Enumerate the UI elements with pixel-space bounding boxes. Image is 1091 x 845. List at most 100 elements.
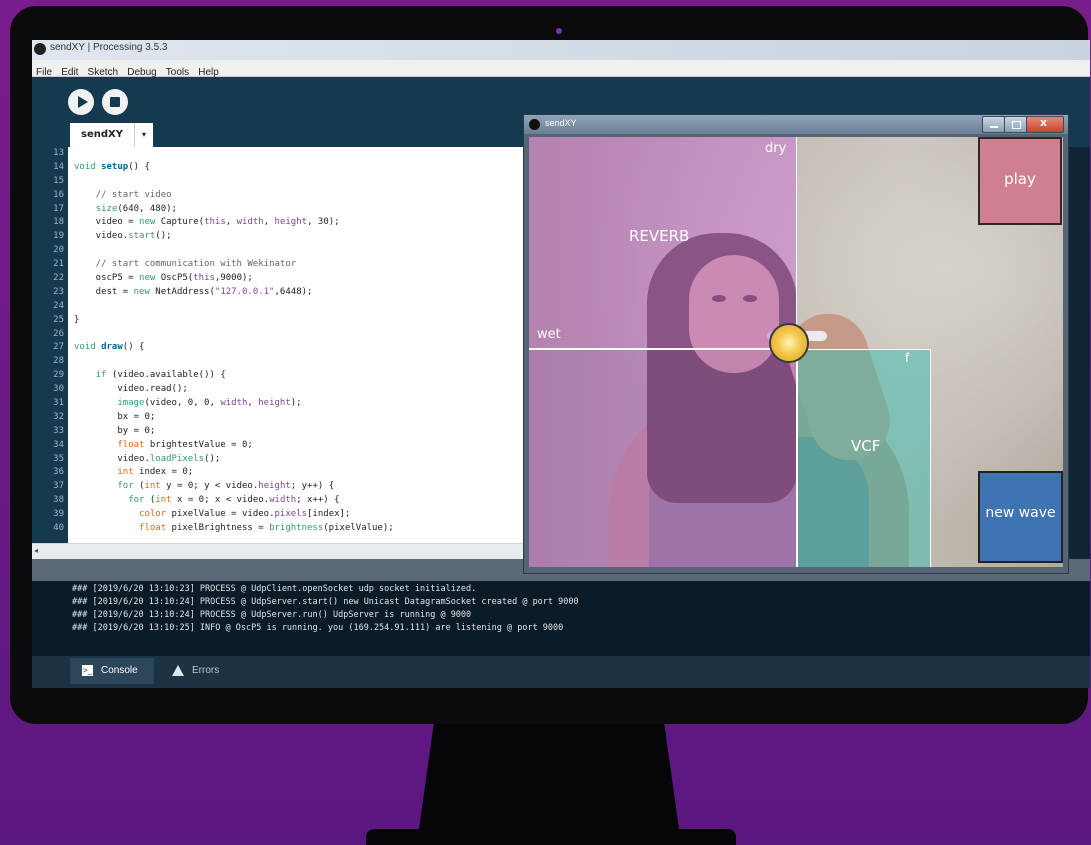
console-line: ### [2019/6/20 13:10:23] PROCESS @ UdpCl… — [72, 584, 477, 594]
code-token: () { — [128, 161, 150, 172]
close-button[interactable] — [1026, 116, 1064, 133]
tab-console[interactable]: >_ Console — [70, 658, 154, 684]
scroll-left-arrow-icon[interactable]: ◂ — [34, 546, 38, 555]
code-line: void draw() { — [68, 341, 588, 355]
code-token: height — [274, 217, 308, 228]
code-line: video.loadPixels(); — [68, 453, 588, 467]
sketch-window[interactable]: sendXY dry REVERB wet f VCF play new wav — [523, 114, 1069, 574]
code-line: color pixelValue = video.pixels[index]; — [68, 508, 588, 522]
code-token: this — [193, 273, 215, 284]
code-comment: // start video — [74, 189, 172, 200]
label-f: f — [905, 351, 910, 365]
code-token: "127.0.0.1" — [214, 286, 275, 297]
sketch-titlebar[interactable]: sendXY — [524, 115, 1068, 134]
code-line: oscP5 = new OscP5(this,9000); — [68, 272, 588, 286]
line-number: 20 — [53, 245, 64, 256]
processing-app-icon — [34, 43, 46, 55]
new-wave-button[interactable]: new wave — [978, 471, 1063, 563]
code-token: ); — [290, 398, 302, 409]
code-token: brightestValue = 0; — [144, 439, 253, 450]
line-number: 35 — [53, 453, 64, 464]
sketch-canvas[interactable]: dry REVERB wet f VCF play new wave — [529, 137, 1063, 567]
code-token: , — [263, 217, 275, 228]
code-token: y = 0; y < video. — [160, 481, 259, 492]
tab-errors[interactable]: Errors — [160, 658, 230, 684]
code-line: // start video — [68, 189, 588, 203]
line-number: 27 — [53, 342, 64, 353]
tab-menu-chevron-icon[interactable]: ▾ — [134, 123, 153, 147]
stop-button[interactable] — [102, 89, 128, 115]
code-token: oscP5 = — [74, 273, 140, 284]
code-line: if (video.available()) { — [68, 369, 588, 383]
line-number: 18 — [53, 217, 64, 228]
console-icon: >_ — [82, 664, 93, 676]
line-number: 22 — [53, 273, 64, 284]
code-token: float — [139, 523, 167, 534]
code-token: setup — [101, 161, 129, 172]
code-editor[interactable]: void setup() { // start video size(640, … — [68, 147, 588, 543]
code-token: brightness — [269, 523, 324, 534]
webcam-dot — [556, 28, 562, 34]
code-line: video = new Capture(this, width, height,… — [68, 216, 588, 230]
code-token: , — [225, 217, 237, 228]
console-line: ### [2019/6/20 13:10:24] PROCESS @ UdpSe… — [72, 610, 472, 620]
code-line: // start communication with Wekinator — [68, 258, 588, 272]
code-token: , — [247, 398, 259, 409]
line-number: 39 — [53, 509, 64, 520]
code-token: width — [269, 495, 297, 506]
code-token: void — [74, 342, 102, 353]
label-dry: dry — [765, 141, 787, 156]
code-token: for — [128, 495, 145, 506]
code-token: loadPixels — [149, 453, 205, 464]
tab-errors-label: Errors — [192, 665, 220, 676]
code-token: bx = 0; — [74, 411, 156, 422]
line-number: 32 — [53, 411, 64, 422]
code-token: this — [204, 217, 226, 228]
minimize-button[interactable] — [982, 116, 1006, 133]
code-token: new — [133, 286, 150, 297]
code-token: ; x++) { — [296, 495, 340, 506]
maximize-button[interactable] — [1004, 116, 1028, 133]
line-number: 34 — [53, 439, 64, 450]
horizontal-scrollbar[interactable]: ◂ — [32, 543, 588, 560]
brightest-point-tracker — [769, 323, 809, 363]
code-token: pixelBrightness = — [166, 523, 270, 534]
line-number: 31 — [53, 398, 64, 409]
code-line: dest = new NetAddress("127.0.0.1",6448); — [68, 286, 588, 300]
code-token: [index]; — [307, 509, 351, 520]
code-token: ,6448); — [274, 286, 313, 297]
code-comment: // start communication with Wekinator — [74, 259, 297, 270]
code-line: for (int x = 0; x < video.width; x++) { — [68, 494, 588, 508]
code-line: image(video, 0, 0, width, height); — [68, 397, 588, 411]
line-number: 40 — [53, 523, 64, 534]
line-number: 23 — [53, 286, 64, 297]
code-token: float — [117, 439, 145, 450]
line-number: 15 — [53, 175, 64, 186]
code-token: width — [236, 217, 264, 228]
code-line: float brightestValue = 0; — [68, 439, 588, 453]
console-line: ### [2019/6/20 13:10:24] PROCESS @ UdpSe… — [72, 597, 579, 607]
monitor-stand-base — [366, 829, 736, 845]
tab-sendxy[interactable]: sendXY — [70, 123, 134, 147]
run-button[interactable] — [68, 89, 94, 115]
code-token: ( — [144, 495, 156, 506]
code-token: Capture( — [155, 217, 205, 228]
code-token: } — [74, 314, 80, 325]
console-line: ### [2019/6/20 13:10:25] INFO @ OscP5 is… — [72, 623, 564, 633]
code-token: if — [95, 370, 107, 381]
play-button[interactable]: play — [978, 137, 1062, 225]
line-number: 36 — [53, 467, 64, 478]
code-token: for — [117, 481, 134, 492]
code-token: width — [220, 398, 248, 409]
line-number: 38 — [53, 495, 64, 506]
line-number: 17 — [53, 203, 64, 214]
